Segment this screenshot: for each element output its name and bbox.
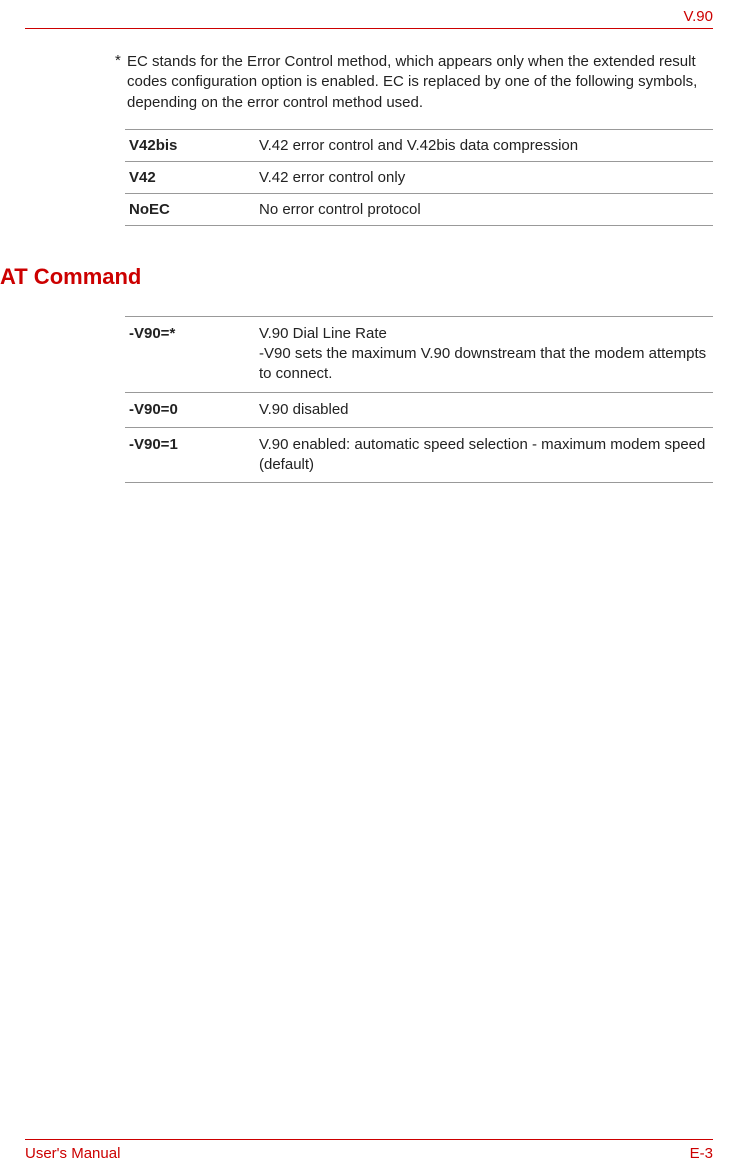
footer-left: User's Manual	[25, 1145, 120, 1162]
at-desc: V.90 Dial Line Rate -V90 sets the maximu…	[255, 316, 713, 392]
table-row: NoEC No error control protocol	[125, 193, 713, 225]
note-asterisk: *	[115, 52, 127, 113]
ec-code: V42bis	[125, 129, 255, 161]
page-content: * EC stands for the Error Control method…	[25, 52, 713, 483]
note-text: EC stands for the Error Control method, …	[127, 52, 713, 113]
table-row: V42bis V.42 error control and V.42bis da…	[125, 129, 713, 161]
footer-right: E-3	[690, 1145, 713, 1162]
at-desc-line2: -V90 sets the maximum V.90 downstream th…	[259, 344, 709, 385]
table-row: V42 V.42 error control only	[125, 161, 713, 193]
at-code: -V90=1	[125, 427, 255, 483]
header-divider	[25, 28, 713, 29]
footer-divider	[25, 1139, 713, 1140]
ec-desc: V.42 error control and V.42bis data comp…	[255, 129, 713, 161]
ec-code: V42	[125, 161, 255, 193]
ec-table: V42bis V.42 error control and V.42bis da…	[125, 129, 713, 226]
table-row: -V90=0 V.90 disabled	[125, 392, 713, 427]
at-code: -V90=*	[125, 316, 255, 392]
at-desc-line1: V.90 Dial Line Rate	[259, 324, 709, 344]
ec-desc: V.42 error control only	[255, 161, 713, 193]
ec-desc: No error control protocol	[255, 193, 713, 225]
header-right: V.90	[684, 8, 713, 25]
section-heading: AT Command	[0, 264, 713, 290]
at-command-table: -V90=* V.90 Dial Line Rate -V90 sets the…	[125, 316, 713, 484]
at-desc: V.90 enabled: automatic speed selection …	[255, 427, 713, 483]
at-code: -V90=0	[125, 392, 255, 427]
ec-code: NoEC	[125, 193, 255, 225]
table-row: -V90=1 V.90 enabled: automatic speed sel…	[125, 427, 713, 483]
ec-note: * EC stands for the Error Control method…	[115, 52, 713, 113]
at-desc: V.90 disabled	[255, 392, 713, 427]
table-row: -V90=* V.90 Dial Line Rate -V90 sets the…	[125, 316, 713, 392]
